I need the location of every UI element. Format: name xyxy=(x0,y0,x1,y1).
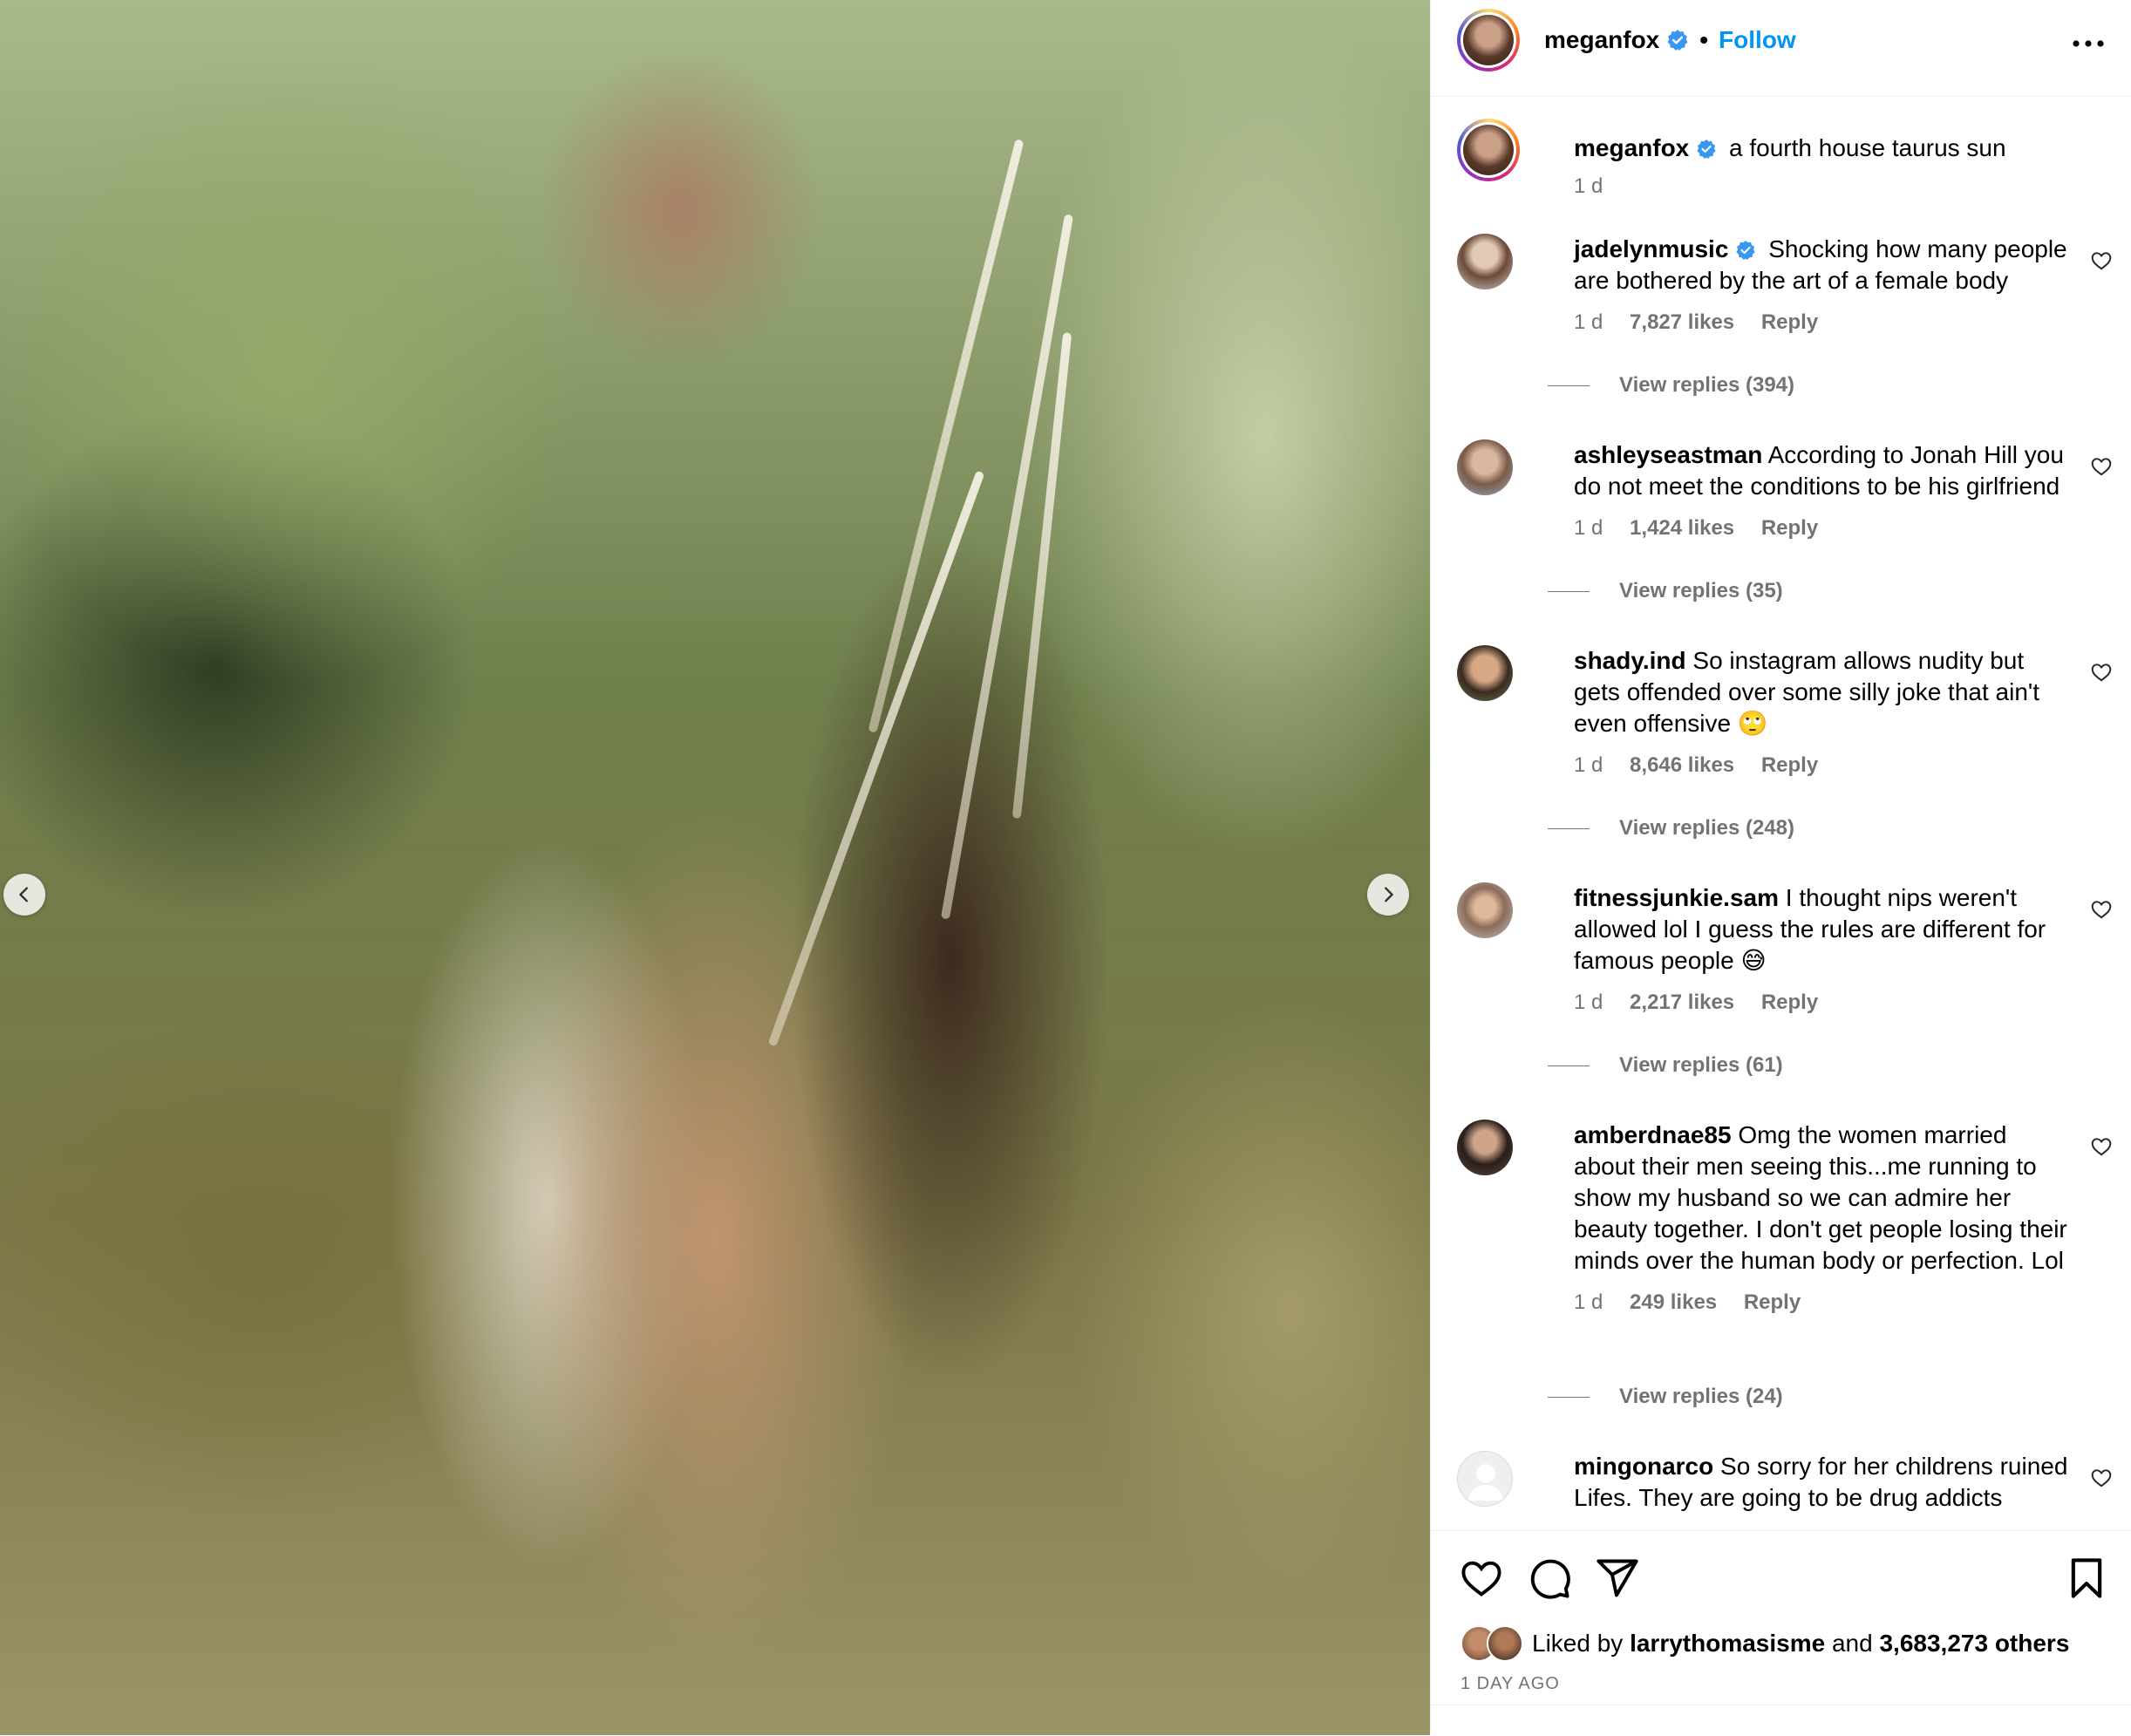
view-replies-button[interactable]: View replies (61) xyxy=(1548,1053,1783,1078)
heart-icon[interactable] xyxy=(2090,661,2113,684)
comment-time: 1 d xyxy=(1574,516,1603,540)
send-icon[interactable] xyxy=(1595,1556,1640,1601)
verified-badge-icon xyxy=(1697,140,1716,159)
comment-likes[interactable]: 2,217 likes xyxy=(1630,991,1734,1014)
bookmark-icon[interactable] xyxy=(2064,1556,2109,1601)
comment-time: 1 d xyxy=(1574,310,1603,334)
likes-count[interactable]: 3,683,273 others xyxy=(1879,1630,2069,1658)
comment-time: 1 d xyxy=(1574,1290,1603,1314)
heart-icon[interactable] xyxy=(2090,898,2113,921)
comment-item: ashleyseastman According to Jonah Hill y… xyxy=(1457,439,2120,544)
heart-icon[interactable] xyxy=(1459,1556,1504,1601)
comment-likes[interactable]: 7,827 likes xyxy=(1630,310,1734,334)
commenter-avatar[interactable] xyxy=(1457,439,1513,495)
liked-by-and: and xyxy=(1831,1630,1873,1657)
comment-username[interactable]: shady.ind xyxy=(1574,647,1686,674)
comment-username[interactable]: ashleyseastman xyxy=(1574,441,1762,468)
caption-author-avatar[interactable] xyxy=(1457,119,1520,181)
view-replies-label: View replies (35) xyxy=(1619,579,1783,602)
next-image-button[interactable] xyxy=(1367,874,1409,916)
comment-item: amberdnae85 Omg the women married about … xyxy=(1457,1120,2120,1329)
view-replies-label: View replies (394) xyxy=(1619,373,1794,397)
view-replies-label: View replies (248) xyxy=(1619,816,1794,840)
post-date[interactable]: 1 DAY AGO xyxy=(1460,1674,1560,1694)
more-horizontal-icon[interactable] xyxy=(2071,33,2106,54)
post-header: meganfox • Follow xyxy=(1431,0,2131,97)
comment-item: shady.ind So instagram allows nudity but… xyxy=(1457,645,2120,785)
comment-likes[interactable]: 8,646 likes xyxy=(1630,753,1734,777)
liker-avatar xyxy=(1487,1625,1523,1662)
comment-username[interactable]: fitnessjunkie.sam xyxy=(1574,884,1779,911)
verified-badge-icon xyxy=(1667,30,1688,51)
reply-button[interactable]: Reply xyxy=(1761,516,1818,540)
default-avatar-icon[interactable] xyxy=(1457,1451,1513,1507)
heart-icon[interactable] xyxy=(2090,249,2113,272)
verified-badge-icon xyxy=(1736,241,1756,260)
comment-username[interactable]: amberdnae85 xyxy=(1574,1121,1732,1148)
heart-icon[interactable] xyxy=(2090,1467,2113,1489)
commenter-avatar[interactable] xyxy=(1457,645,1513,701)
commenter-avatar[interactable] xyxy=(1457,1120,1513,1175)
comment-likes[interactable]: 1,424 likes xyxy=(1630,516,1734,540)
liked-by-prefix: Liked by xyxy=(1532,1630,1624,1657)
chevron-right-icon xyxy=(1385,887,1393,902)
comment-item: mingonarco So sorry for her childrens ru… xyxy=(1457,1451,2120,1530)
view-replies-label: View replies (24) xyxy=(1619,1385,1783,1408)
heart-icon[interactable] xyxy=(2090,1135,2113,1158)
author-username[interactable]: meganfox xyxy=(1544,26,1659,54)
feather-strand xyxy=(940,214,1074,920)
commenter-avatar[interactable] xyxy=(1457,882,1513,938)
comment-item: fitnessjunkie.sam I thought nips weren't… xyxy=(1457,882,2120,1022)
view-replies-button[interactable]: View replies (35) xyxy=(1548,579,1783,603)
caption-username[interactable]: meganfox xyxy=(1574,134,1689,161)
comment-item: jadelynmusic Shocking how many people ar… xyxy=(1457,234,2120,338)
caption-time: 1 d xyxy=(1574,174,1603,198)
post-side-panel: meganfox • Follow meganfox a fourth hous… xyxy=(1430,0,2131,1735)
author-avatar[interactable] xyxy=(1457,9,1520,71)
view-replies-button[interactable]: View replies (394) xyxy=(1548,373,1794,398)
view-replies-button[interactable]: View replies (248) xyxy=(1548,816,1794,841)
liked-by-summary[interactable]: Liked by larrythomasisme and 3,683,273 o… xyxy=(1460,1625,2069,1662)
comment-likes[interactable]: 249 likes xyxy=(1630,1290,1717,1314)
feather-strand xyxy=(868,139,1025,733)
prev-image-button[interactable] xyxy=(3,874,45,916)
comment-username[interactable]: mingonarco xyxy=(1574,1453,1713,1480)
feather-strand xyxy=(1011,332,1072,819)
liked-by-user[interactable]: larrythomasisme xyxy=(1630,1630,1825,1658)
comment-time: 1 d xyxy=(1574,991,1603,1014)
comments-list[interactable]: meganfox a fourth house taurus sun 1 d j… xyxy=(1431,96,2131,1530)
feather-strand xyxy=(767,470,985,1047)
comment-username[interactable]: jadelynmusic xyxy=(1574,235,1728,262)
reply-button[interactable]: Reply xyxy=(1761,753,1818,777)
post-caption: meganfox a fourth house taurus sun 1 d xyxy=(1457,119,2120,214)
reply-button[interactable]: Reply xyxy=(1744,1290,1801,1314)
follow-button[interactable]: Follow xyxy=(1719,26,1796,54)
comment-icon[interactable] xyxy=(1527,1556,1572,1601)
view-replies-button[interactable]: View replies (24) xyxy=(1548,1385,1783,1409)
reply-button[interactable]: Reply xyxy=(1761,991,1818,1014)
heart-icon[interactable] xyxy=(2090,455,2113,478)
reply-button[interactable]: Reply xyxy=(1761,310,1818,334)
separator-dot: • xyxy=(1699,26,1709,53)
comment-time: 1 d xyxy=(1574,753,1603,777)
chevron-left-icon xyxy=(19,887,28,902)
view-replies-label: View replies (61) xyxy=(1619,1053,1783,1077)
post-image[interactable] xyxy=(0,0,1430,1735)
commenter-avatar[interactable] xyxy=(1457,234,1513,289)
caption-text: a fourth house taurus sun xyxy=(1729,134,2006,161)
